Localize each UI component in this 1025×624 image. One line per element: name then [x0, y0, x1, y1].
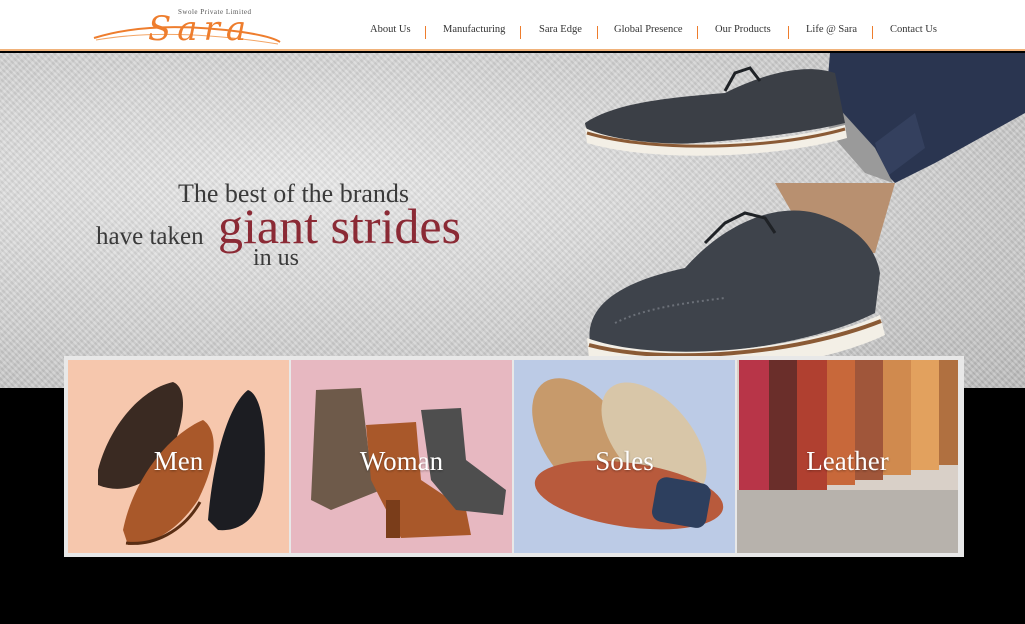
nav-global-presence[interactable]: Global Presence — [614, 24, 683, 35]
site-header: Swole Private Limited Sara About Us Manu… — [0, 0, 1025, 51]
brogue-shoes-image — [585, 53, 1025, 372]
category-leather-tile[interactable]: Leather — [737, 360, 958, 553]
nav-our-products[interactable]: Our Products — [715, 24, 771, 35]
category-woman-tile[interactable]: Woman — [291, 360, 512, 553]
brand-logo[interactable]: Swole Private Limited Sara — [92, 8, 282, 46]
nav-divider — [520, 26, 521, 39]
category-men-tile[interactable]: Men — [68, 360, 289, 553]
category-soles-tile[interactable]: Soles — [514, 360, 735, 553]
nav-divider — [425, 26, 426, 39]
category-woman-label: Woman — [359, 446, 444, 476]
hero-line-2: have taken — [96, 223, 204, 250]
nav-divider — [597, 26, 598, 39]
nav-manufacturing[interactable]: Manufacturing — [443, 24, 505, 35]
logo-wordmark: Sara — [148, 9, 253, 49]
category-leather-label: Leather — [806, 446, 889, 476]
nav-about-us[interactable]: About Us — [370, 24, 411, 35]
nav-divider — [872, 26, 873, 39]
hero-line-3: in us — [253, 245, 300, 271]
category-men-label: Men — [153, 446, 204, 476]
nav-life-at-sara[interactable]: Life @ Sara — [806, 24, 857, 35]
nav-divider — [788, 26, 789, 39]
nav-divider — [697, 26, 698, 39]
category-tiles: Men Woman Soles Leather — [64, 356, 964, 557]
hero-banner: The best of the brands have taken giant … — [0, 53, 1025, 388]
nav-contact-us[interactable]: Contact Us — [890, 24, 937, 35]
nav-sara-edge[interactable]: Sara Edge — [539, 24, 582, 35]
category-soles-label: Soles — [595, 446, 654, 476]
